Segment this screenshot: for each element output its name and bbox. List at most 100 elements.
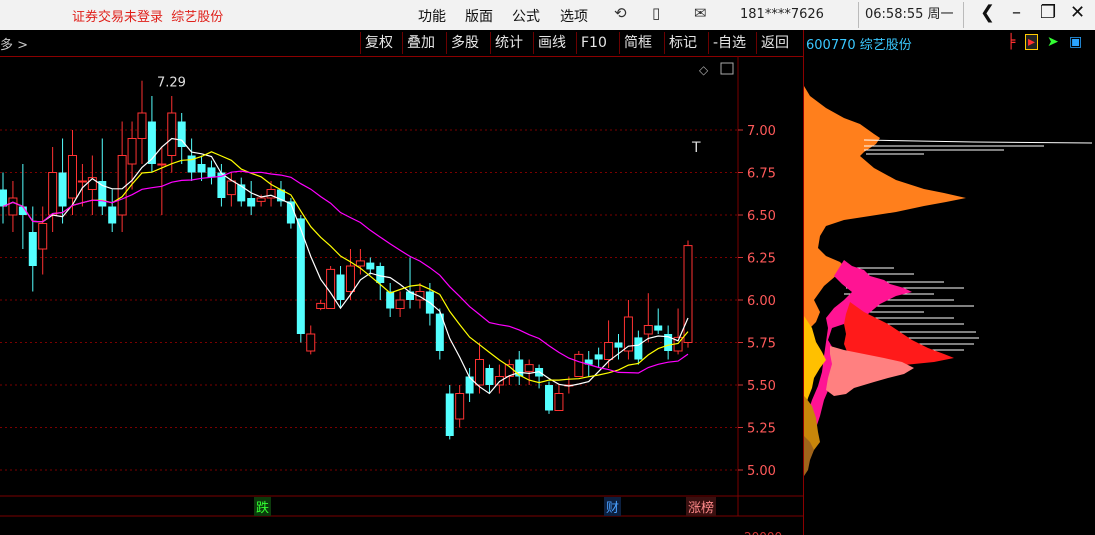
- candle-body-up: [48, 172, 58, 216]
- candle-body-up: [345, 265, 355, 292]
- panel-toggle-icon[interactable]: [720, 62, 734, 75]
- candle-body-down: [207, 167, 216, 178]
- toolbar-back-button[interactable]: 返回: [756, 32, 793, 54]
- diamond-icon[interactable]: ◇: [699, 63, 709, 77]
- candle-body-up: [137, 112, 147, 139]
- ma5-line: [2, 137, 689, 395]
- toolbar-simple-frame-button[interactable]: 简框: [619, 32, 656, 54]
- candle-body-down: [386, 291, 395, 309]
- price-tick-label: 5.50: [747, 379, 776, 394]
- candle-body-down: [187, 155, 196, 173]
- candle-body-up: [117, 155, 127, 216]
- candle-body-up: [455, 393, 465, 420]
- price-tick-label: 6.75: [747, 167, 776, 182]
- close-icon[interactable]: ✕: [1070, 2, 1085, 23]
- candle-body-up: [8, 197, 18, 216]
- toolbar-fuquan-button[interactable]: 复权: [360, 32, 397, 54]
- minimize-icon[interactable]: –: [1012, 2, 1021, 23]
- candle-body-down: [545, 385, 554, 411]
- menu-function[interactable]: 功能: [418, 6, 446, 26]
- back-icon[interactable]: ❮: [980, 2, 995, 23]
- high-label: 7.29: [157, 76, 186, 91]
- candle-body-up: [67, 155, 77, 199]
- candle-body-up: [475, 359, 485, 386]
- candle-body-up: [87, 177, 97, 190]
- candle-body-up: [38, 223, 48, 250]
- candlestick-chart[interactable]: 7.00 6.75 6.50 6.25 6.00 5.75 5.50 5.25 5.00 7.2…: [0, 56, 803, 535]
- candle-body-down: [147, 121, 156, 164]
- toolbar-f10-button[interactable]: F10: [576, 32, 611, 54]
- candle-body-up: [77, 180, 87, 183]
- candle-body-down: [28, 232, 37, 266]
- toolbar-draw-button[interactable]: 画线: [533, 32, 570, 54]
- candle-body-up: [494, 376, 504, 386]
- price-axis: 7.00 6.75 6.50 6.25 6.00 5.75 5.50 5.25 5.00: [738, 124, 776, 479]
- candle-body-down: [654, 325, 663, 331]
- candle-body-up: [524, 364, 534, 372]
- price-tick-label: 6.50: [747, 209, 776, 224]
- candle-body-up: [683, 245, 693, 344]
- candle-body-up: [316, 302, 326, 309]
- profile-header: 600770 综艺股份 ╞ ▸ ➤ ▣: [803, 30, 1095, 56]
- candle-body-down: [58, 172, 67, 207]
- price-tick-label: 5.25: [747, 422, 776, 437]
- toolbar-watchlist-button[interactable]: -自选: [708, 32, 750, 54]
- fall-marker[interactable]: 跌: [254, 497, 272, 516]
- candle-body-down: [336, 274, 345, 300]
- toolbar-overlay-button[interactable]: 叠加: [402, 32, 439, 54]
- candle-body-up: [604, 342, 614, 360]
- candle-body-down: [0, 189, 7, 207]
- candle-body-up: [554, 393, 564, 411]
- toolbar-stats-button[interactable]: 统计: [490, 32, 527, 54]
- login-warning[interactable]: 证券交易未登录 综艺股份: [72, 6, 223, 25]
- toolbar-mark-button[interactable]: 标记: [664, 32, 701, 54]
- arrow-icon[interactable]: ➤: [1047, 34, 1059, 50]
- candle-body-up: [395, 299, 405, 309]
- candle-body-down: [465, 376, 474, 394]
- candle-body-down: [594, 354, 603, 360]
- candle-body-up: [256, 197, 266, 202]
- candle-body-up: [226, 180, 236, 196]
- account-phone[interactable]: 181****7626: [740, 7, 824, 22]
- menu-formula[interactable]: 公式: [512, 6, 540, 26]
- t-marker: T: [691, 140, 701, 156]
- menu-options[interactable]: 选项: [560, 6, 588, 26]
- candle-body-up: [574, 353, 584, 377]
- restore-icon[interactable]: ❐: [1040, 2, 1056, 23]
- stock-code-name[interactable]: 600770 综艺股份: [806, 34, 912, 53]
- finance-marker[interactable]: 财: [604, 497, 622, 516]
- price-tick-label: 6.00: [747, 294, 776, 309]
- candle-body-down: [485, 368, 494, 385]
- candle-body-down: [445, 393, 454, 436]
- refresh-icon[interactable]: ⟲: [614, 4, 627, 22]
- bar-chart-icon[interactable]: ╞: [1007, 34, 1015, 50]
- candle-body-down: [614, 342, 623, 348]
- volume-profile: [804, 86, 1093, 476]
- candle-body-up: [643, 325, 653, 335]
- candle-body-down: [108, 206, 117, 224]
- chart-toolbar: 多 > 复权 叠加 多股 统计 画线 F10 简框 标记 -自选 返回: [0, 30, 803, 57]
- price-tick-label: 5.75: [747, 337, 776, 352]
- limit-up-marker[interactable]: 涨榜: [686, 497, 717, 516]
- volume-axis-label: 20000: [744, 530, 782, 535]
- phone-icon[interactable]: ▯: [652, 4, 660, 22]
- candle-body-up: [157, 163, 167, 166]
- message-icon[interactable]: ✉: [694, 4, 707, 22]
- moving-averages: [2, 137, 689, 395]
- candle-body-up: [355, 260, 365, 267]
- candle-body-down: [366, 262, 375, 270]
- price-tick-label: 7.00: [747, 124, 776, 139]
- menu-layout[interactable]: 版面: [465, 6, 493, 26]
- candle-body-down: [634, 337, 643, 360]
- title-bar: 证券交易未登录 综艺股份 功能 版面 公式 选项 ⟲ ▯ ✉ 181****76…: [0, 0, 1095, 30]
- flag-icon[interactable]: ▸: [1025, 34, 1039, 50]
- breadcrumb[interactable]: 多 >: [0, 34, 28, 53]
- candle-body-down: [197, 164, 206, 173]
- candle-body-up: [167, 112, 177, 156]
- price-tick-label: 6.25: [747, 252, 776, 267]
- picture-icon[interactable]: ▣: [1069, 34, 1082, 50]
- candle-body-up: [127, 138, 137, 165]
- candle-body-down: [237, 184, 246, 202]
- toolbar-multistock-button[interactable]: 多股: [446, 32, 483, 54]
- candles: [0, 80, 693, 440]
